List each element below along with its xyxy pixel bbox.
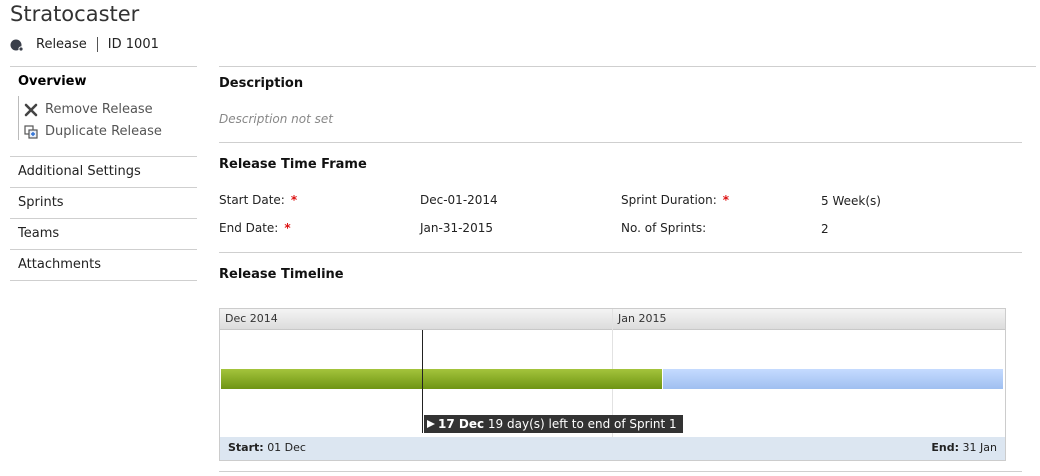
start-date-value[interactable]: Dec-01-2014: [420, 193, 498, 207]
release-meta: Release ID 1001: [10, 37, 159, 52]
end-date-label: End Date: *: [219, 221, 291, 235]
number-of-sprints-label: No. of Sprints:: [621, 221, 707, 235]
today-marker-flag: 17 Dec 19 day(s) left to end of Sprint 1: [424, 415, 683, 433]
completed-progress-bar: [221, 369, 662, 389]
timeline-end: End: 31 Jan: [931, 441, 997, 454]
main-divider: [219, 66, 1036, 67]
today-remaining-text: 19 day(s) left to end of Sprint 1: [487, 417, 677, 431]
sidebar-divider: [10, 156, 197, 157]
required-marker: *: [290, 193, 298, 207]
timeline-footer: Start: 01 Dec End: 31 Jan: [220, 437, 1005, 460]
remove-release-label: Remove Release: [45, 102, 153, 117]
timeline-month-jan: Jan 2015: [618, 312, 667, 325]
description-text[interactable]: Description not set: [219, 112, 333, 126]
duplicate-release-label: Duplicate Release: [45, 124, 162, 139]
main-divider: [219, 252, 1022, 253]
main-divider: [219, 471, 1022, 472]
sidebar-item-teams[interactable]: Teams: [18, 226, 59, 241]
required-marker: *: [722, 193, 730, 207]
sidebar-divider: [10, 187, 197, 188]
release-timeline: Dec 2014 Jan 2015 17 Dec 19 day(s) left …: [219, 308, 1006, 461]
required-marker: *: [284, 221, 291, 235]
remove-icon: [24, 103, 38, 116]
end-date-value[interactable]: Jan-31-2015: [420, 221, 493, 235]
item-id-label: ID 1001: [107, 37, 159, 52]
sidebar-divider: [10, 66, 197, 67]
release-icon: [10, 39, 24, 52]
timeline-start: Start: 01 Dec: [228, 441, 306, 454]
sidebar-item-additional-settings[interactable]: Additional Settings: [18, 164, 141, 179]
item-type-label: Release: [36, 37, 87, 52]
sidebar-divider: [10, 218, 197, 219]
remove-release-action[interactable]: Remove Release: [24, 102, 153, 117]
tree-connector: [18, 96, 19, 140]
timeline-month-dec: Dec 2014: [225, 312, 278, 325]
description-title: Description: [219, 76, 304, 91]
sprint-duration-label: Sprint Duration: *: [621, 193, 730, 207]
sidebar-item-overview[interactable]: Overview: [18, 74, 87, 89]
meta-separator: [96, 37, 98, 52]
time-frame-title: Release Time Frame: [219, 157, 367, 172]
duplicate-icon: [24, 124, 38, 139]
start-date-label: Start Date: *: [219, 193, 298, 207]
number-of-sprints-value[interactable]: 2: [821, 222, 829, 236]
main-divider: [219, 142, 1022, 143]
sidebar-item-sprints[interactable]: Sprints: [18, 195, 64, 210]
timeline-title: Release Timeline: [219, 267, 344, 282]
sidebar-divider: [10, 249, 197, 250]
today-date: 17 Dec: [438, 417, 485, 431]
remaining-progress-bar: [663, 369, 1003, 389]
sprint-duration-value[interactable]: 5 Week(s): [821, 194, 881, 208]
duplicate-release-action[interactable]: Duplicate Release: [24, 124, 162, 139]
sidebar-item-attachments[interactable]: Attachments: [18, 257, 101, 272]
sidebar-divider: [10, 280, 197, 281]
page-title: Stratocaster: [10, 2, 140, 26]
today-marker-line: [422, 330, 423, 433]
